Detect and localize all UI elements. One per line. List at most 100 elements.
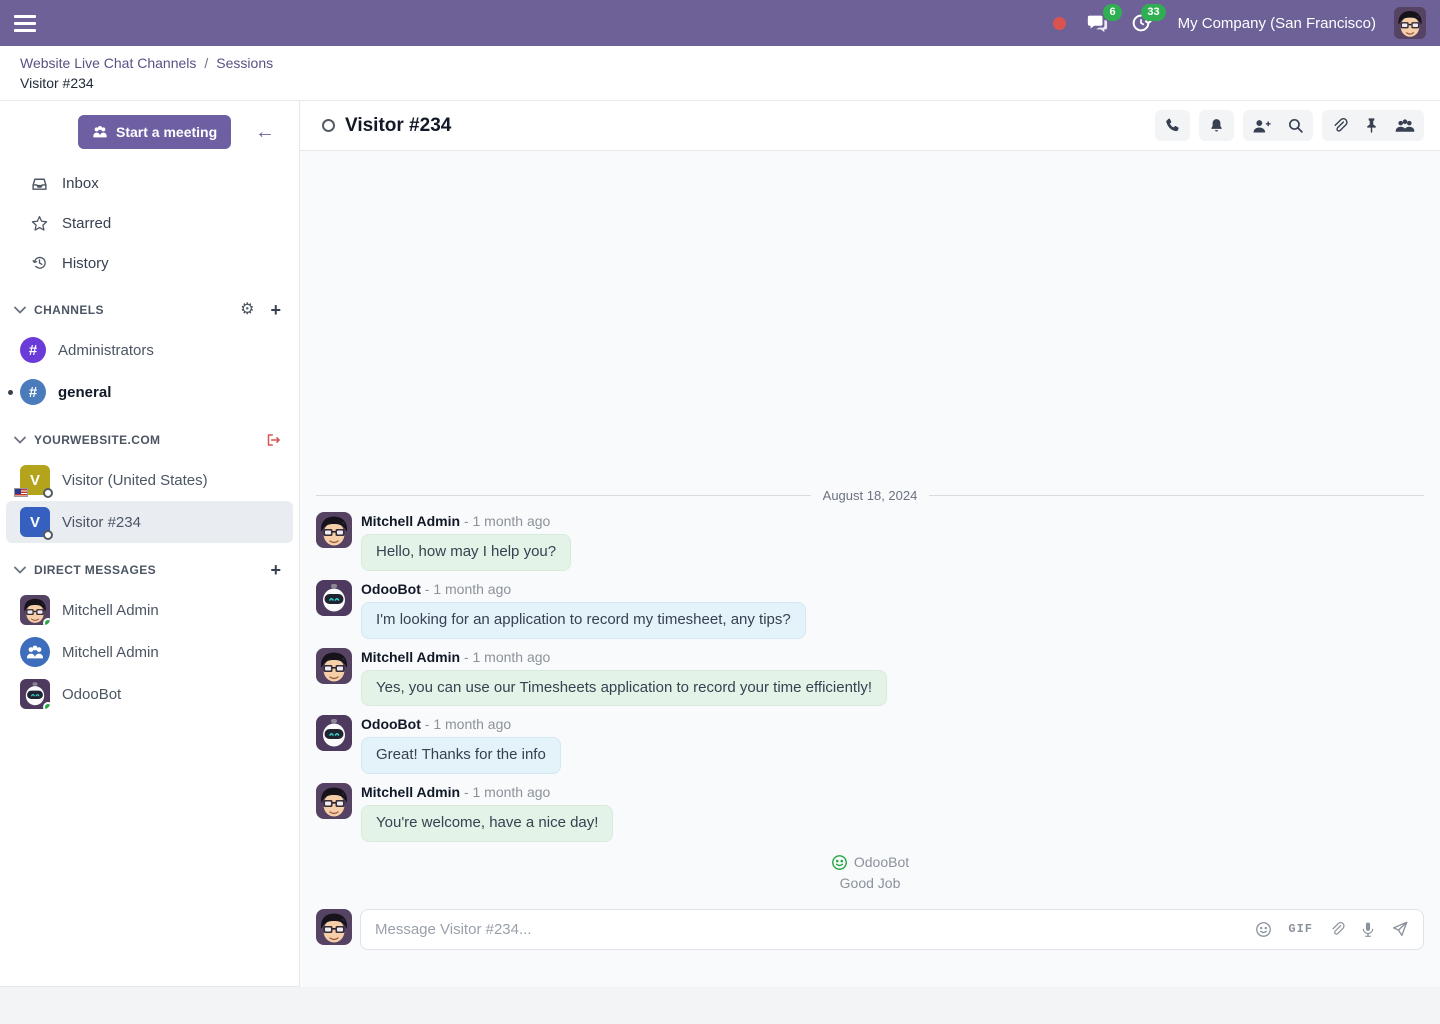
message-time: - 1 month ago (464, 784, 550, 800)
dm-label: Mitchell Admin (62, 602, 159, 619)
status-red-dot-icon (1053, 17, 1066, 30)
offline-status-icon (43, 530, 53, 540)
odoobot-avatar[interactable] (316, 715, 352, 751)
add-user-icon[interactable] (1252, 118, 1271, 134)
attach-icon[interactable] (1329, 921, 1345, 937)
channel-hash-icon: # (20, 379, 46, 405)
message-time: - 1 month ago (464, 513, 550, 529)
start-meeting-button[interactable]: Start a meeting (78, 115, 231, 149)
user-avatar[interactable] (1394, 7, 1426, 39)
sidebar-item-history[interactable]: History (0, 243, 299, 283)
inbox-icon (30, 176, 48, 191)
us-flag-icon (14, 488, 28, 497)
online-status-icon (43, 702, 50, 709)
star-icon (30, 215, 48, 231)
sidebar-chat-visitor-us[interactable]: V Visitor (United States) (6, 459, 293, 501)
sidebar-item-starred[interactable]: Starred (0, 203, 299, 243)
add-channel-icon[interactable]: + (270, 301, 281, 319)
sidebar-channel-administrators[interactable]: # Administrators (6, 329, 293, 371)
discuss-app: 6 33 My Company (San Francisco) Website … (0, 0, 1440, 1024)
paperclip-icon[interactable] (1331, 117, 1348, 134)
sidebar-item-label: Starred (62, 215, 111, 232)
topbar-systray: 6 33 My Company (San Francisco) (1053, 7, 1426, 39)
collapse-sidebar-icon[interactable]: ← (255, 122, 275, 142)
call-button[interactable] (1155, 110, 1190, 141)
sidebar-dm-mitchell-admin[interactable]: Mitchell Admin (6, 589, 293, 631)
bottom-strip (0, 987, 1440, 1024)
search-icon[interactable] (1287, 117, 1304, 134)
message-time: - 1 month ago (425, 716, 511, 732)
message: OdooBot - 1 month ago Great! Thanks for … (316, 715, 1424, 774)
composer-bottom-gap (300, 950, 1440, 987)
rating-feedback: OdooBot Good Job (316, 854, 1424, 891)
breadcrumb: Website Live Chat Channels / Sessions Vi… (0, 46, 1440, 100)
settings-gear-icon[interactable]: ⚙ (240, 302, 254, 318)
pin-icon[interactable] (1364, 117, 1379, 134)
mitchell-avatar[interactable] (316, 783, 352, 819)
mic-icon[interactable] (1361, 921, 1375, 938)
history-icon (30, 255, 48, 271)
sidebar-item-inbox[interactable]: Inbox (0, 163, 299, 203)
message: Mitchell Admin - 1 month ago Yes, you ca… (316, 648, 1424, 707)
sidebar-channel-general[interactable]: # general (6, 371, 293, 413)
odoobot-avatar[interactable] (316, 580, 352, 616)
channel-hash-icon: # (20, 337, 46, 363)
message-author[interactable]: Mitchell Admin (361, 784, 460, 800)
channels-section-header: CHANNELS ⚙ + (0, 291, 299, 329)
sidebar-dm-mitchell-group[interactable]: Mitchell Admin (6, 631, 293, 673)
livechat-section-header: YOURWEBSITE.COM (0, 421, 299, 459)
activities-clock-icon[interactable]: 33 (1128, 10, 1154, 36)
message-bubble: Hello, how may I help you? (361, 534, 571, 571)
content-row: Start a meeting ← Inbox Starred (0, 100, 1440, 987)
menu-icon[interactable] (14, 15, 36, 32)
message-bubble: Great! Thanks for the info (361, 737, 561, 774)
chat-header-actions (1155, 110, 1424, 141)
mitchell-avatar[interactable] (316, 512, 352, 548)
invite-search-group (1243, 110, 1313, 141)
visitor-avatar: V (20, 507, 50, 537)
gif-button[interactable]: GIF (1288, 922, 1313, 936)
message-author[interactable]: Mitchell Admin (361, 649, 460, 665)
chat-header: Visitor #234 (300, 101, 1440, 151)
dm-label: Mitchell Admin (62, 644, 159, 661)
chevron-down-icon[interactable] (14, 436, 26, 444)
message-author[interactable]: Mitchell Admin (361, 513, 460, 529)
members-icon[interactable] (1395, 118, 1415, 134)
chat-title[interactable]: Visitor #234 (345, 115, 451, 137)
breadcrumb-sessions[interactable]: Sessions (216, 55, 273, 71)
add-dm-icon[interactable]: + (270, 561, 281, 579)
emoji-icon[interactable] (1255, 921, 1272, 938)
breadcrumb-live-chat-channels[interactable]: Website Live Chat Channels (20, 55, 196, 71)
message-bubble: I'm looking for an application to record… (361, 602, 806, 639)
message-author[interactable]: OdooBot (361, 581, 421, 597)
sidebar-chat-visitor-234[interactable]: V Visitor #234 (6, 501, 293, 543)
notification-button[interactable] (1199, 110, 1234, 141)
date-divider-label: August 18, 2024 (823, 488, 918, 503)
mitchell-avatar[interactable] (316, 648, 352, 684)
sidebar-item-label: Inbox (62, 175, 99, 192)
date-divider: August 18, 2024 (316, 488, 1424, 503)
offline-status-icon (322, 119, 335, 132)
send-icon[interactable] (1391, 920, 1409, 938)
avatar-letter: V (30, 472, 40, 489)
happy-smiley-icon (831, 854, 848, 871)
message-author[interactable]: OdooBot (361, 716, 421, 732)
message-input[interactable] (361, 921, 1255, 938)
company-switcher[interactable]: My Company (San Francisco) (1178, 15, 1376, 32)
online-status-icon (43, 618, 50, 625)
dm-section-header: DIRECT MESSAGES + (0, 551, 299, 589)
messages-icon[interactable]: 6 (1084, 10, 1110, 36)
message: OdooBot - 1 month ago I'm looking for an… (316, 580, 1424, 639)
message-bubble: Yes, you can use our Timesheets applicat… (361, 670, 887, 707)
channel-label: Administrators (58, 342, 154, 359)
chevron-down-icon[interactable] (14, 566, 26, 574)
breadcrumb-current: Visitor #234 (20, 75, 1420, 91)
visitor-avatar: V (20, 465, 50, 495)
sidebar-dm-odoobot[interactable]: OdooBot (6, 673, 293, 715)
leave-icon[interactable] (266, 433, 281, 447)
chat-label: Visitor #234 (62, 514, 141, 531)
message-time: - 1 month ago (425, 581, 511, 597)
message-bubble: You're welcome, have a nice day! (361, 805, 613, 842)
channels-section-title: CHANNELS (34, 303, 240, 317)
chevron-down-icon[interactable] (14, 306, 26, 314)
